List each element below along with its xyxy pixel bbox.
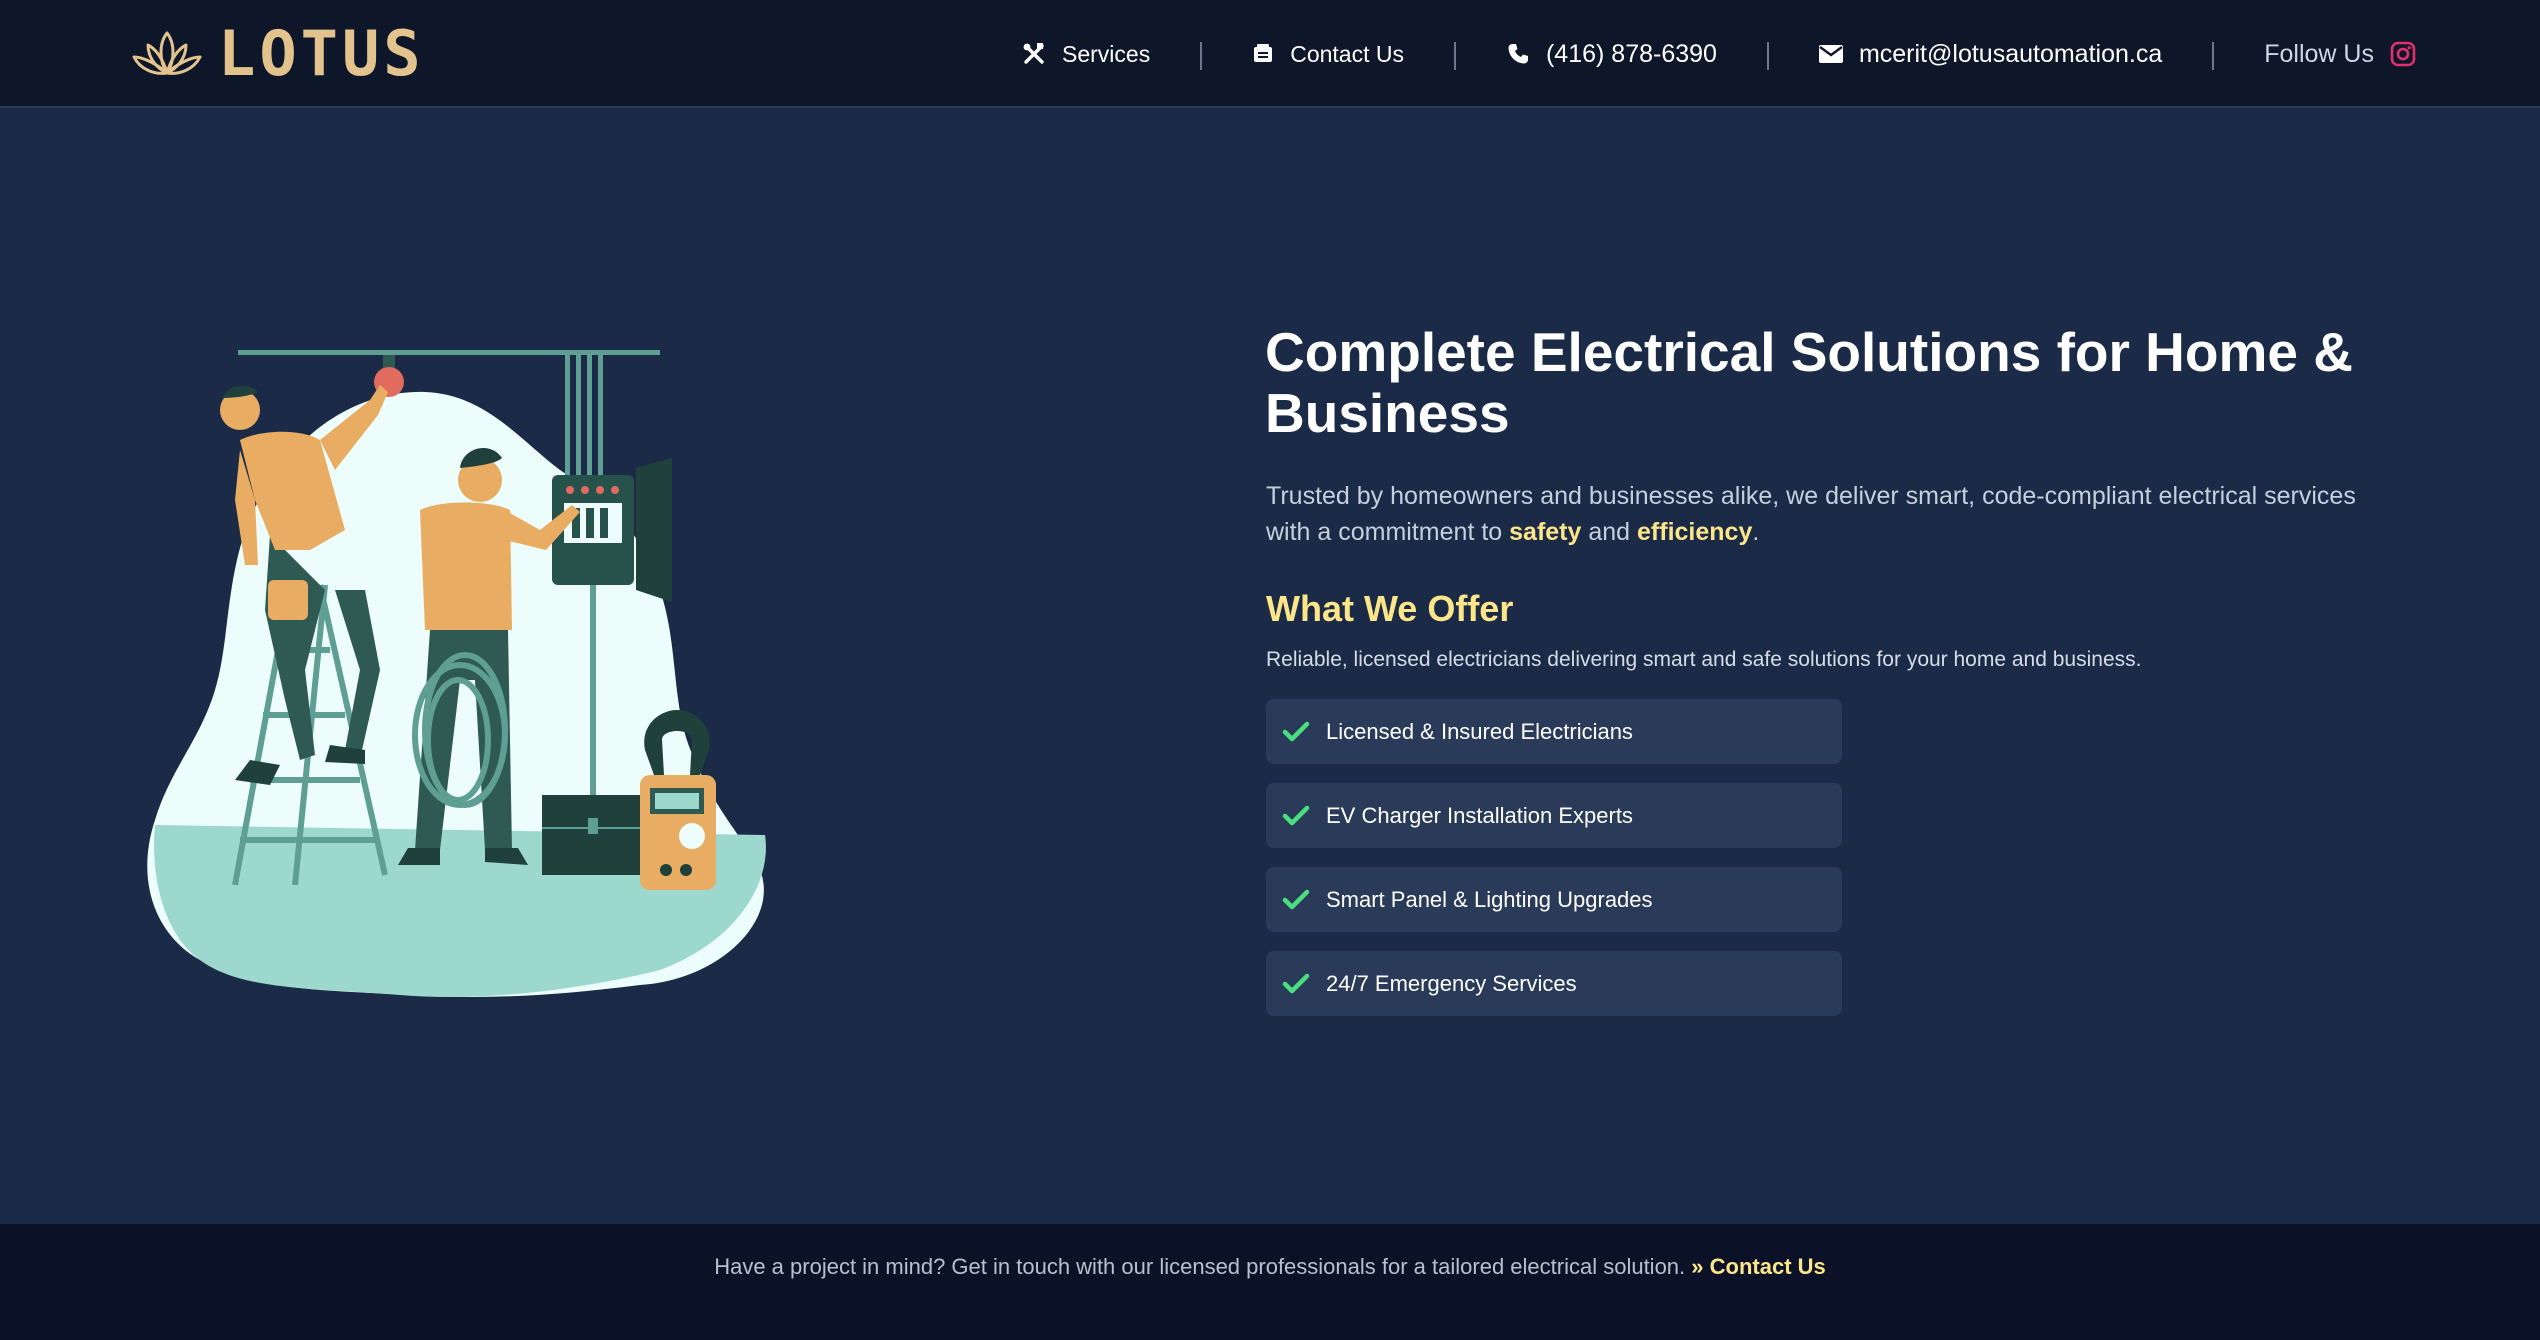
electrical-panel xyxy=(552,458,672,602)
nav-contact[interactable]: Contact Us xyxy=(1252,41,1404,68)
page: LOTUS Services Contact Us (416) 878-6390… xyxy=(0,0,2540,1340)
offer-item-label: EV Charger Installation Experts xyxy=(1326,802,1633,828)
footer-link-label: Contact Us xyxy=(1709,1254,1826,1279)
footer-contact-link[interactable]: » Contact Us xyxy=(1691,1254,1826,1279)
hero-description: Trusted by homeowners and businesses ali… xyxy=(1266,478,2396,550)
nav-follow-label: Follow Us xyxy=(2264,39,2374,68)
offer-item: Licensed & Insured Electricians xyxy=(1266,699,1842,764)
nav-divider xyxy=(1200,42,1203,70)
top-nav: Services Contact Us (416) 878-6390 mceri… xyxy=(1022,0,2416,108)
nav-follow-us[interactable]: Follow Us xyxy=(2264,40,2416,69)
nav-services[interactable]: Services xyxy=(1022,41,1150,68)
hero-desc-text: Trusted by homeowners and businesses ali… xyxy=(1266,482,2356,546)
hero-title: Complete Electrical Solutions for Home &… xyxy=(1265,321,2353,444)
site-footer: Have a project in mind? Get in touch wit… xyxy=(0,1224,2540,1340)
logo[interactable]: LOTUS xyxy=(130,17,425,90)
phone-icon xyxy=(1508,44,1528,64)
site-header: LOTUS Services Contact Us (416) 878-6390… xyxy=(0,0,2540,108)
electricians-illustration xyxy=(147,350,766,998)
toolbox xyxy=(542,795,642,875)
offer-item-label: Licensed & Insured Electricians xyxy=(1326,718,1633,744)
nav-email-label: mcerit@lotusautomation.ca xyxy=(1858,39,2163,68)
check-icon xyxy=(1282,805,1310,825)
nav-divider xyxy=(1766,42,1769,70)
tools-icon xyxy=(1023,43,1044,64)
check-icon xyxy=(1282,721,1310,741)
instagram-icon[interactable] xyxy=(2390,41,2416,67)
offer-item: EV Charger Installation Experts xyxy=(1266,783,1842,848)
nav-phone[interactable]: (416) 878-6390 xyxy=(1506,40,1717,69)
highlight-safety: safety xyxy=(1509,518,1582,546)
check-icon xyxy=(1282,973,1310,993)
offer-item: Smart Panel & Lighting Upgrades xyxy=(1266,867,1842,932)
hero-desc-text: . xyxy=(1752,518,1760,546)
envelope-icon xyxy=(1818,45,1843,63)
offer-item-label: 24/7 Emergency Services xyxy=(1326,970,1577,996)
nav-email[interactable]: mcerit@lotusautomation.ca xyxy=(1818,39,2163,69)
nav-services-label: Services xyxy=(1062,40,1151,67)
brand-name: LOTUS xyxy=(218,17,425,90)
nav-divider xyxy=(1453,42,1456,70)
hero-desc-text: and xyxy=(1581,518,1638,546)
highlight-efficiency: efficiency xyxy=(1637,518,1753,546)
offer-subtitle: Reliable, licensed electricians deliveri… xyxy=(1266,648,2142,671)
ceiling-rail xyxy=(238,350,660,355)
nav-phone-label: (416) 878-6390 xyxy=(1545,39,1717,68)
offer-item: 24/7 Emergency Services xyxy=(1266,951,1842,1016)
lotus-flower-icon xyxy=(132,31,202,75)
footer-message: Have a project in mind? Get in touch wit… xyxy=(714,1254,1686,1279)
offer-title: What We Offer xyxy=(1266,588,1514,629)
nav-divider xyxy=(2212,42,2215,70)
contact-card-icon xyxy=(1254,44,1273,62)
offer-list: Licensed & Insured Electricians EV Charg… xyxy=(1266,699,1842,1035)
check-icon xyxy=(1282,889,1310,909)
offer-item-label: Smart Panel & Lighting Upgrades xyxy=(1326,886,1653,912)
nav-contact-label: Contact Us xyxy=(1290,40,1404,67)
footer-link-prefix: » xyxy=(1691,1254,1704,1279)
footer-text: Have a project in mind? Get in touch wit… xyxy=(0,1254,2540,1280)
